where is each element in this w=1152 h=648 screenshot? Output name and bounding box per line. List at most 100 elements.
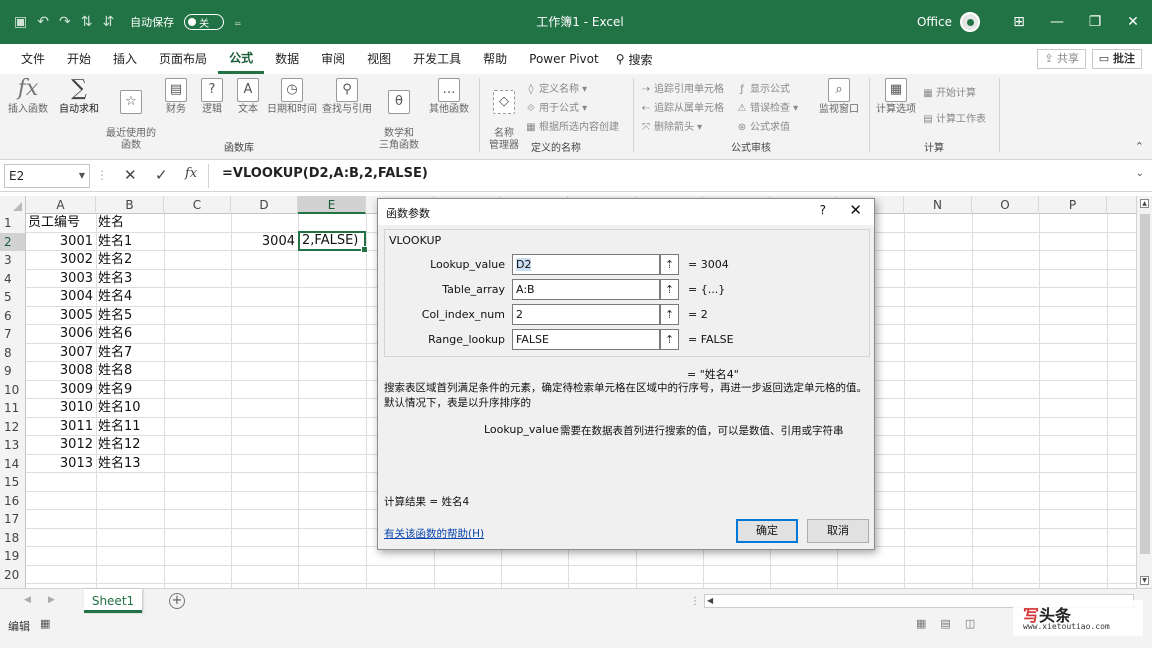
cell-a3[interactable]: 3002 [26,251,96,270]
redo-icon[interactable]: ↷ [59,14,71,30]
cell-a9[interactable]: 3008 [26,362,96,381]
tab-formulas[interactable]: 公式 [218,44,265,74]
cell-b11[interactable]: 姓名10 [96,399,164,418]
enter-check-icon[interactable]: ✓ [155,166,168,184]
close-icon[interactable]: ✕ [849,201,862,219]
cell-a12[interactable]: 3011 [26,418,96,437]
lookup-value-input[interactable]: D2 [512,254,660,275]
cancel-entry-icon[interactable]: ✕ [124,166,137,184]
insert-function-icon[interactable]: fx [185,166,197,181]
tab-help[interactable]: 帮助 [472,44,518,74]
collapse-dialog-icon[interactable]: ⇡ [660,279,679,300]
tab-file[interactable]: 文件 [10,44,56,74]
tab-developer[interactable]: 开发工具 [402,44,472,74]
collapse-dialog-icon[interactable]: ⇡ [660,254,679,275]
col-index-num-input[interactable]: 2 [512,304,660,325]
share-button[interactable]: ⇪ 共享 [1037,49,1086,69]
cell-a2[interactable]: 3001 [26,233,96,252]
row-header[interactable]: 15 [0,473,26,492]
cell-a7[interactable]: 3006 [26,325,96,344]
select-all-button[interactable] [0,196,26,214]
tell-me-search[interactable]: ⚲ 搜索 [616,51,653,68]
column-header-e[interactable]: E [298,196,366,214]
row-header[interactable]: 4 [0,269,26,288]
comments-button[interactable]: ▭ 批注 [1091,49,1142,69]
vertical-scrollbar[interactable]: ▲ ▼ [1136,196,1152,588]
table-array-input[interactable]: A:B [512,279,660,300]
row-header[interactable]: 14 [0,454,26,473]
ribbon-display-options-icon[interactable]: ⊞ [1000,0,1038,44]
row-header[interactable]: 12 [0,417,26,436]
sort-descending-icon[interactable]: ⇵ [102,14,114,30]
next-sheet-icon[interactable]: ▶ [48,595,55,605]
row-header[interactable]: 9 [0,362,26,381]
expand-formula-bar-icon[interactable]: ⌄ [1136,168,1144,179]
cell-a11[interactable]: 3010 [26,399,96,418]
row-header[interactable]: 5 [0,288,26,307]
cell-b1[interactable]: 姓名 [96,214,164,233]
cell-b10[interactable]: 姓名9 [96,381,164,400]
name-box[interactable]: E2 ▼ [4,164,90,188]
tab-insert[interactable]: 插入 [102,44,148,74]
cell-d2[interactable]: 3004 [231,233,298,252]
account-name[interactable]: Office [917,15,952,29]
scroll-thumb[interactable] [1140,214,1150,554]
cell-b7[interactable]: 姓名6 [96,325,164,344]
tab-home[interactable]: 开始 [56,44,102,74]
row-header[interactable]: 18 [0,528,26,547]
undo-icon[interactable]: ↶ [37,14,49,30]
cell-b3[interactable]: 姓名2 [96,251,164,270]
scroll-up-icon[interactable]: ▲ [1140,199,1149,208]
column-header-o[interactable]: O [972,196,1039,214]
cell-a6[interactable]: 3005 [26,307,96,326]
close-icon[interactable]: ✕ [1114,0,1152,44]
tab-review[interactable]: 审阅 [310,44,356,74]
cell-a13[interactable]: 3012 [26,436,96,455]
row-header[interactable]: 19 [0,547,26,566]
cancel-button[interactable]: 取消 [807,519,869,543]
row-header[interactable]: 7 [0,325,26,344]
dialog-title-bar[interactable]: 函数参数 ? ✕ [378,199,874,225]
page-layout-view-icon[interactable]: ▤ [940,617,964,630]
collapse-dialog-icon[interactable]: ⇡ [660,304,679,325]
row-header[interactable]: 1 [0,214,26,233]
row-header[interactable]: 3 [0,251,26,270]
row-header[interactable]: 6 [0,306,26,325]
prev-sheet-icon[interactable]: ◀ [24,595,31,605]
tab-data[interactable]: 数据 [264,44,310,74]
row-header[interactable]: 2 [0,232,26,251]
normal-view-icon[interactable]: ▦ [916,617,940,630]
cell-b4[interactable]: 姓名3 [96,270,164,289]
formula-input[interactable]: =VLOOKUP(D2,A:B,2,FALSE) [222,166,428,181]
cell-b13[interactable]: 姓名12 [96,436,164,455]
restore-icon[interactable]: ❐ [1076,0,1114,44]
view-buttons[interactable]: ▦▤◫ [916,617,989,630]
cell-b14[interactable]: 姓名13 [96,455,164,474]
sort-ascending-icon[interactable]: ⇅ [81,14,93,30]
column-header-b[interactable]: B [96,196,164,214]
help-icon[interactable]: ? [820,203,826,217]
cell-a14[interactable]: 3013 [26,455,96,474]
cell-b5[interactable]: 姓名4 [96,288,164,307]
collapse-ribbon-icon[interactable]: ⌃ [1135,140,1144,153]
cell-e2-editing[interactable]: 2,FALSE) [298,231,368,253]
cell-a8[interactable]: 3007 [26,344,96,363]
tab-page-layout[interactable]: 页面布局 [148,44,218,74]
scroll-left-icon[interactable]: ◀ [707,596,713,605]
sheet-tab-sheet1[interactable]: Sheet1 [84,589,142,613]
tab-power-pivot[interactable]: Power Pivot [518,44,610,74]
cell-b12[interactable]: 姓名11 [96,418,164,437]
column-header-p[interactable]: P [1039,196,1107,214]
column-header-a[interactable]: A [26,196,96,214]
row-header[interactable]: 10 [0,380,26,399]
row-header[interactable]: 20 [0,565,26,584]
save-icon[interactable]: ▣ [14,14,27,30]
row-header[interactable]: 17 [0,510,26,529]
tab-view[interactable]: 视图 [356,44,402,74]
page-break-view-icon[interactable]: ◫ [965,617,989,630]
row-header[interactable]: 13 [0,436,26,455]
chevron-down-icon[interactable]: ▼ [79,165,85,187]
row-header[interactable]: 8 [0,343,26,362]
autosave-toggle[interactable]: 关 [184,14,225,30]
macro-recording-icon[interactable]: ▦ [40,617,50,630]
